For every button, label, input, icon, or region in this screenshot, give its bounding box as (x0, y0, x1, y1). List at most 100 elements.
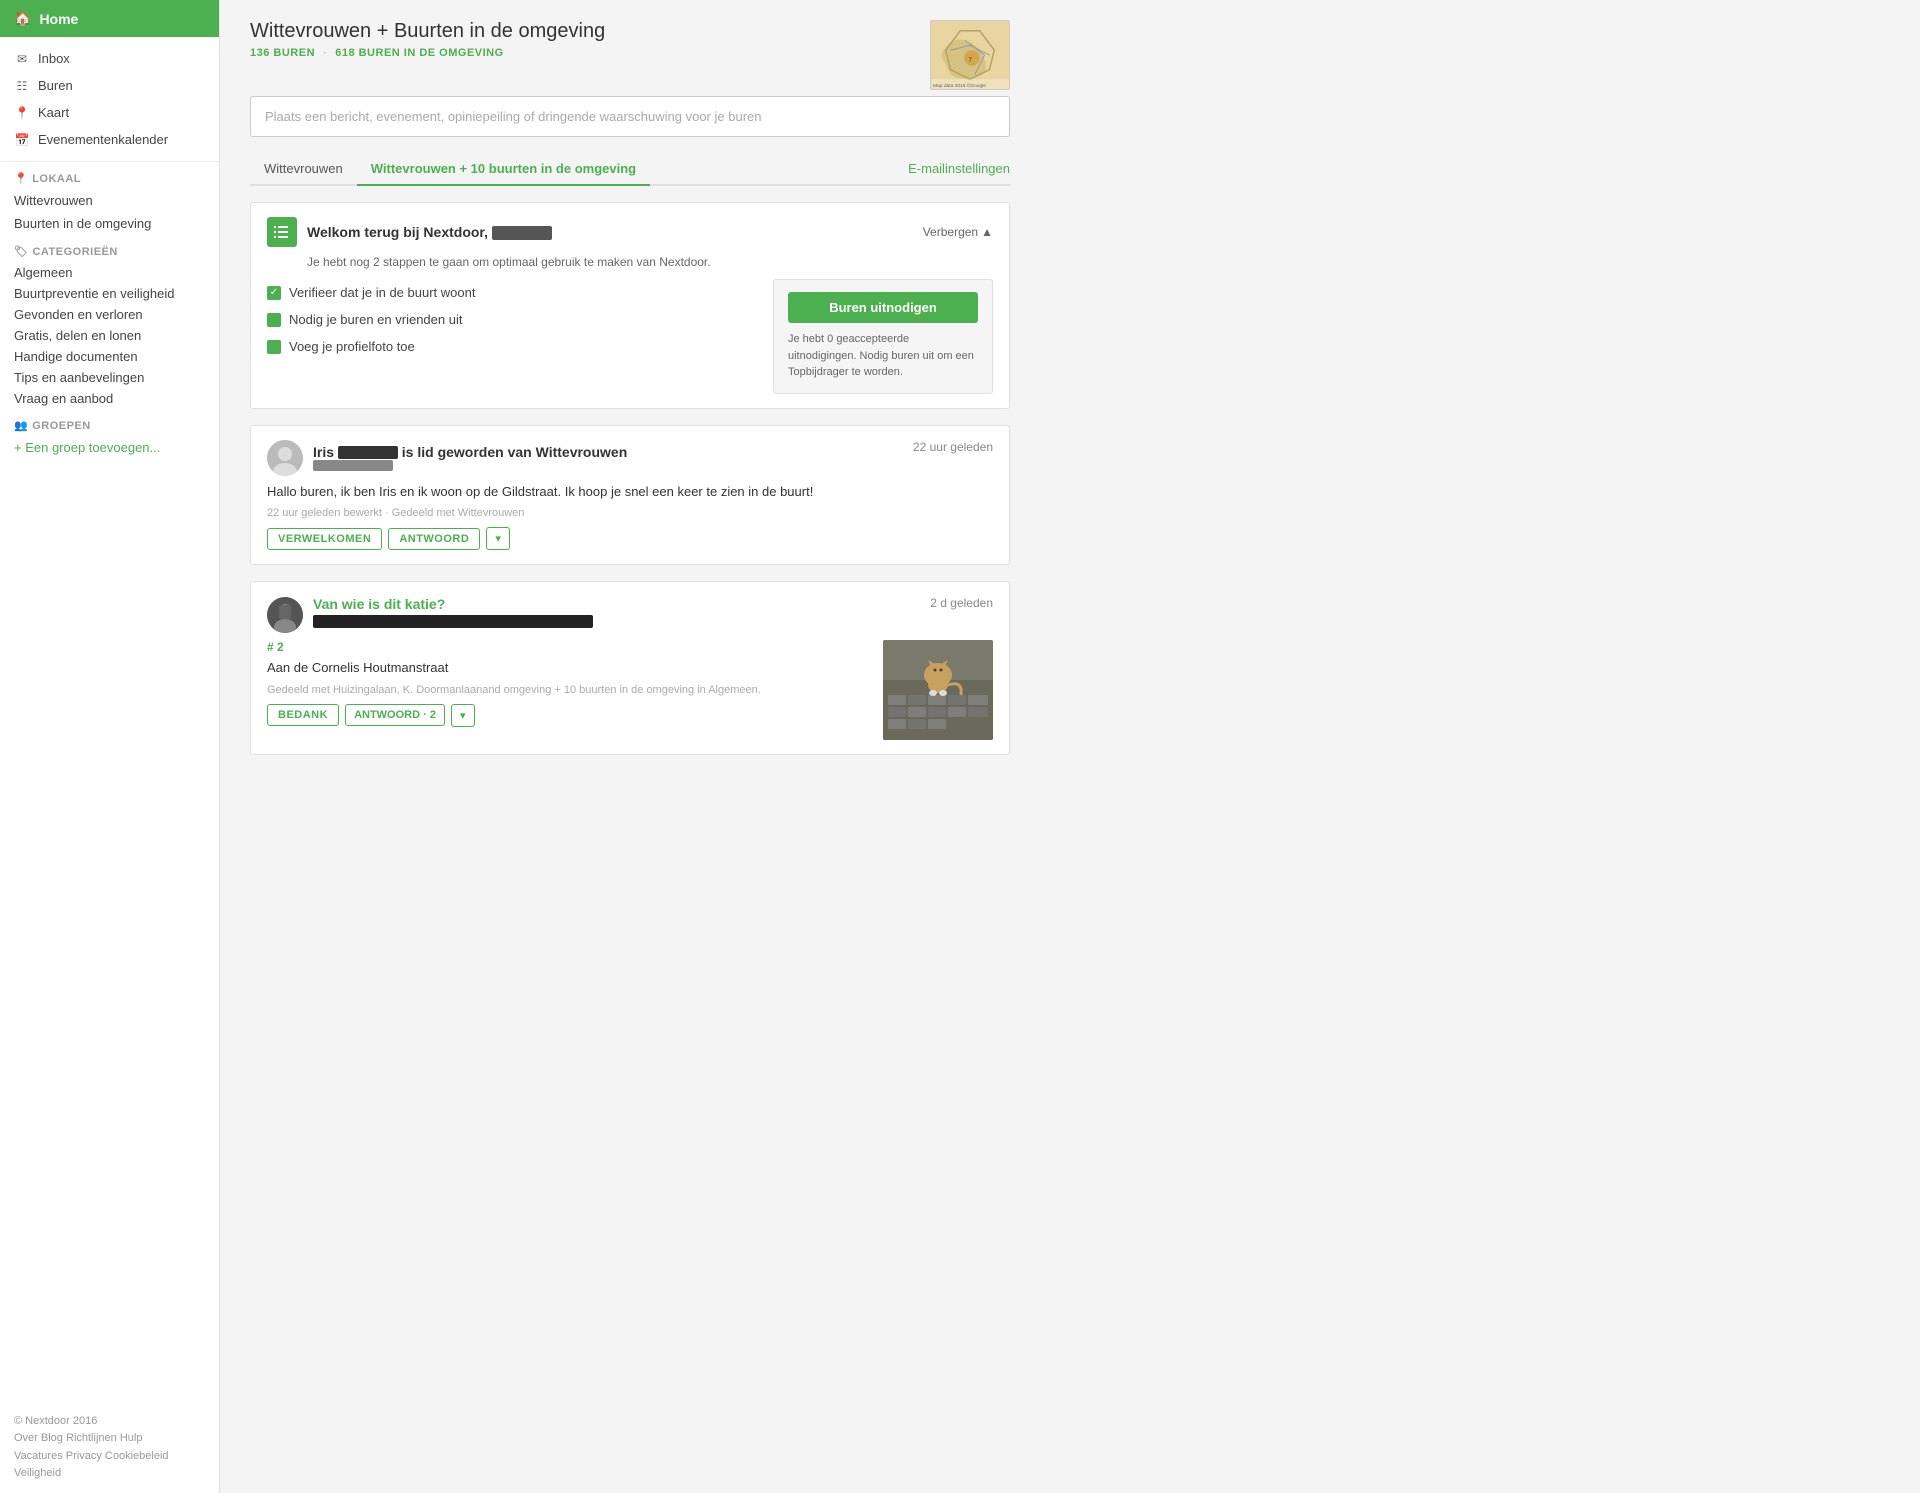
post-cat: Van wie is dit katie? 2 d geleden # 2 Aa… (250, 581, 1010, 755)
cat-more-dropdown[interactable]: ▾ (451, 704, 475, 727)
sidebar: 🏠 Home ✉ Inbox ☷ Buren 📍 Kaart 📅 Eveneme… (0, 0, 220, 1493)
copyright: © Nextdoor 2016 (14, 1413, 205, 1431)
iris-subtitle-redacted (313, 460, 393, 471)
iris-post-time: 22 uur geleden (913, 440, 993, 454)
cat-author-row: Van wie is dit katie? (267, 596, 593, 634)
iris-title-area: Iris is lid geworden van Wittevrouwen (313, 444, 627, 472)
cat-post-image (883, 640, 993, 740)
add-group-link[interactable]: + Een groep toevoegen... (0, 436, 219, 459)
buren-icon: ☷ (14, 79, 30, 93)
cat-post-text: # 2 Aan de Cornelis Houtmanstraat Gedeel… (267, 640, 871, 740)
sidebar-categories-section: 🏷 CATEGORIEËN (0, 235, 219, 262)
cat-post-content: # 2 Aan de Cornelis Houtmanstraat Gedeel… (267, 640, 993, 740)
iris-post-actions: VERWELKOMEN ANTWOORD ▾ (267, 527, 993, 550)
sidebar-buren-label: Buren (38, 78, 73, 93)
footer-link-hulp[interactable]: Hulp (120, 1432, 143, 1444)
kaart-icon: 📍 (14, 106, 30, 120)
footer-link-veiligheid[interactable]: Veiligheid (14, 1465, 205, 1483)
footer-link-richtlijnen[interactable]: Richtlijnen (66, 1432, 117, 1444)
main-content: Wittevrouwen + Buurten in de omgeving 13… (220, 0, 1040, 1493)
sidebar-link-buurten[interactable]: Buurten in de omgeving (0, 212, 219, 235)
iris-joined-text: is lid geworden van Wittevrouwen (402, 444, 627, 460)
cat-post-header: Van wie is dit katie? 2 d geleden (267, 596, 993, 634)
page-title: Wittevrouwen + Buurten in de omgeving (250, 20, 605, 43)
iris-name-redacted (338, 446, 398, 459)
email-settings-link[interactable]: E-mailinstellingen (908, 153, 1010, 184)
welcome-content: ✓ Verifieer dat je in de buurt woont Nod… (267, 279, 993, 394)
cat-post-number: # 2 (267, 640, 871, 654)
stats-dot: · (323, 47, 327, 59)
tab-wittevrouwen[interactable]: Wittevrouwen (250, 153, 357, 186)
step-photo: Voeg je profielfoto toe (267, 333, 757, 360)
calendar-icon: 📅 (14, 133, 30, 147)
page-stats: 136 BUREN · 618 BUREN IN DE OMGEVING (250, 47, 605, 59)
sidebar-item-kaart[interactable]: 📍 Kaart (0, 99, 219, 126)
cat-title-area: Van wie is dit katie? (313, 596, 593, 634)
svg-text:Map data 2016 ©Google: Map data 2016 ©Google (933, 82, 986, 89)
sidebar-cat-gevonden[interactable]: Gevonden en verloren (0, 304, 219, 325)
tabs-bar: Wittevrouwen Wittevrouwen + 10 buurten i… (250, 153, 1010, 186)
welcome-title: Welkom terug bij Nextdoor, (307, 224, 552, 240)
invite-description: Je hebt 0 geaccepteerde uitnodigingen. N… (788, 331, 978, 381)
iris-author-row: Iris is lid geworden van Wittevrouwen (267, 440, 627, 476)
iris-post-body: Hallo buren, ik ben Iris en ik woon op d… (267, 482, 993, 502)
cat-post-time: 2 d geleden (930, 596, 993, 610)
page-title-area: Wittevrouwen + Buurten in de omgeving 13… (250, 20, 605, 75)
welcome-header: Welkom terug bij Nextdoor, Verbergen ▲ (267, 217, 993, 247)
lokaal-title: 📍 LOKAAL (14, 172, 205, 185)
stats-area: 618 BUREN IN DE OMGEVING (335, 47, 503, 59)
inbox-icon: ✉ (14, 52, 30, 66)
svg-text:7: 7 (968, 55, 972, 64)
footer-link-privacy[interactable]: Privacy (66, 1450, 102, 1462)
sidebar-cat-handige[interactable]: Handige documenten (0, 346, 219, 367)
sidebar-item-inbox[interactable]: ✉ Inbox (0, 45, 219, 72)
invite-button[interactable]: Buren uitnodigen (788, 292, 978, 323)
antwoord-cat-button[interactable]: ANTWOORD · 2 (345, 704, 445, 726)
footer-link-blog[interactable]: Blog (41, 1432, 63, 1444)
sidebar-cat-algemeen[interactable]: Algemeen (0, 262, 219, 283)
sidebar-cat-tips[interactable]: Tips en aanbevelingen (0, 367, 219, 388)
tab-wittevrouwen-buurten[interactable]: Wittevrouwen + 10 buurten in de omgeving (357, 153, 650, 186)
verwelkomen-button[interactable]: VERWELKOMEN (267, 528, 382, 550)
antwoord-iris-button[interactable]: ANTWOORD (388, 528, 480, 550)
home-icon: 🏠 (14, 10, 31, 27)
sidebar-groepen-section: 👥 GROEPEN (0, 409, 219, 436)
iris-post-title: Iris is lid geworden van Wittevrouwen (313, 444, 627, 460)
hide-button[interactable]: Verbergen ▲ (923, 225, 993, 239)
lokaal-pin-icon: 📍 (14, 172, 28, 185)
categories-title: 🏷 CATEGORIEËN (14, 245, 205, 258)
sidebar-cat-vraag[interactable]: Vraag en aanbod (0, 388, 219, 409)
sidebar-item-buren[interactable]: ☷ Buren (0, 72, 219, 99)
map-thumbnail[interactable]: 7 Map data 2016 ©Google (930, 20, 1010, 90)
groepen-icon: 👥 (14, 419, 28, 432)
welcome-title-row: Welkom terug bij Nextdoor, (267, 217, 552, 247)
iris-avatar (267, 440, 303, 476)
step-verify: ✓ Verifieer dat je in de buurt woont (267, 279, 757, 306)
cat-post-author-bar (313, 615, 593, 628)
sidebar-link-wittevrouwen[interactable]: Wittevrouwen (0, 189, 219, 212)
cat-post-address: Aan de Cornelis Houtmanstraat (267, 658, 871, 678)
sidebar-footer: © Nextdoor 2016 Over Blog Richtlijnen Hu… (0, 1403, 219, 1493)
cat-post-title[interactable]: Van wie is dit katie? (313, 596, 593, 612)
list-icon (267, 217, 297, 247)
iris-name-prefix: Iris (313, 444, 334, 460)
footer-link-cookiebeleid[interactable]: Cookiebeleid (105, 1450, 169, 1462)
sidebar-home-item[interactable]: 🏠 Home (0, 0, 219, 37)
iris-post-header: Iris is lid geworden van Wittevrouwen 22… (267, 440, 993, 476)
sidebar-cat-buurtpreventie[interactable]: Buurtpreventie en veiligheid (0, 283, 219, 304)
sidebar-lokaal-section: 📍 LOKAAL (0, 162, 219, 189)
footer-links: Over Blog Richtlijnen Hulp (14, 1430, 205, 1448)
sidebar-cat-gratis[interactable]: Gratis, delen en lonen (0, 325, 219, 346)
sidebar-kaart-label: Kaart (38, 105, 69, 120)
bedank-button[interactable]: BEDANK (267, 704, 339, 726)
sidebar-item-evenementen[interactable]: 📅 Evenementenkalender (0, 126, 219, 153)
iris-more-dropdown[interactable]: ▾ (486, 527, 510, 550)
message-input[interactable]: Plaats een bericht, evenement, opiniepei… (250, 96, 1010, 137)
sidebar-nav: ✉ Inbox ☷ Buren 📍 Kaart 📅 Evenementenkal… (0, 37, 219, 162)
sidebar-home-label: Home (39, 11, 78, 27)
welcome-steps: ✓ Verifieer dat je in de buurt woont Nod… (267, 279, 757, 394)
footer-link-vacatures[interactable]: Vacatures (14, 1450, 63, 1462)
footer-link-over[interactable]: Over (14, 1432, 38, 1444)
step-box-invite (267, 313, 281, 327)
step-check-verify: ✓ (267, 286, 281, 300)
